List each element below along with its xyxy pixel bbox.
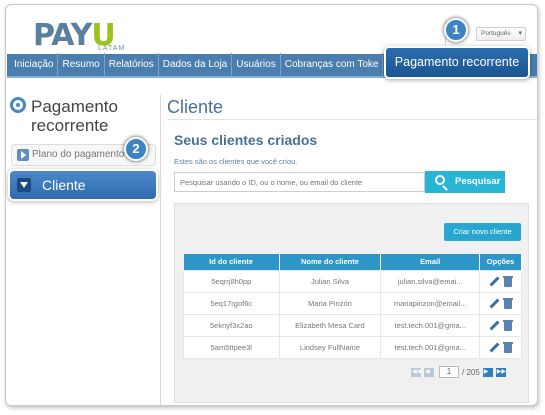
nav-item-pagamento-recorrente[interactable]: Pagamento recorrente: [386, 48, 528, 77]
column-header-options: Opções: [479, 254, 522, 270]
title-divider: [167, 119, 537, 120]
logo-subtitle: LATAM: [98, 45, 126, 52]
next-page-icon[interactable]: ▶: [482, 367, 493, 377]
step-badge-2: 2: [124, 137, 148, 161]
client-email: test.tech.001@gma...: [380, 335, 481, 359]
language-select[interactable]: Português ▾: [476, 27, 526, 41]
column-header-email: Email: [380, 254, 481, 270]
edit-icon[interactable]: [489, 320, 499, 331]
row-options: [479, 335, 522, 359]
sidebar-item-label: Cliente: [42, 177, 86, 193]
table-row: 5eknyf3x2ao Elizabeth Mesa Card test.tec…: [183, 313, 522, 337]
trash-icon[interactable]: [502, 319, 513, 331]
expand-down-icon: [17, 178, 31, 192]
row-options: [479, 291, 522, 315]
table-row: 5eq17rgof6c Maria Pinzón mariapinzon@ema…: [183, 291, 522, 315]
client-name: Maria Pinzón: [278, 291, 382, 315]
client-email: test.tech.001@gma...: [380, 313, 481, 337]
client-id: 5eknyf3x2ao: [183, 313, 280, 337]
client-email: mariapinzon@email...: [380, 291, 481, 315]
client-name: Elizabeth Mesa Card: [278, 313, 382, 337]
clients-table: Id do cliente Nome do cliente Email Opçõ…: [183, 254, 522, 359]
table-header-row: Id do cliente Nome do cliente Email Opçõ…: [183, 254, 522, 270]
last-page-icon[interactable]: ▶▶: [495, 367, 506, 377]
search-button[interactable]: Pesquisar: [425, 171, 505, 193]
trash-icon[interactable]: [502, 341, 513, 353]
prev-page-icon[interactable]: ◀: [424, 367, 434, 377]
client-name: Julian Silva: [278, 269, 382, 293]
nav-item-cobrancas[interactable]: Cobranças com Toke: [281, 53, 384, 77]
nav-item-relatorios[interactable]: Relatórios: [105, 53, 159, 77]
sidebar-title-line2: recorrente: [31, 116, 109, 135]
client-name: Lindsey FullName: [278, 335, 382, 359]
client-id: 5eqrrj8h0pp: [183, 269, 280, 293]
trash-icon[interactable]: [502, 297, 513, 309]
row-options: [479, 313, 522, 337]
sidebar-title: Pagamento recorrente: [11, 97, 118, 135]
logo-pay-text: PAY: [33, 18, 92, 53]
sidebar-title-line1: Pagamento: [31, 97, 118, 116]
row-options: [479, 269, 522, 293]
page-total: / 205: [462, 367, 480, 377]
nav-item-dados-da-loja[interactable]: Dados da Loja: [159, 53, 233, 77]
search-button-label: Pesquisar: [455, 176, 501, 187]
chevron-down-icon: ▾: [518, 30, 522, 37]
page-title: Cliente: [167, 97, 224, 117]
new-client-button[interactable]: Criar novo cliente: [444, 223, 521, 241]
table-row: 5am5ttpee3l Lindsey FullName test.tech.0…: [183, 335, 522, 359]
sidebar-item-cliente[interactable]: Cliente: [10, 171, 156, 199]
search-input[interactable]: [174, 172, 425, 192]
client-email: julian.silva@emai...: [380, 269, 481, 293]
page-number-input[interactable]: 1: [439, 366, 459, 378]
edit-icon[interactable]: [489, 342, 499, 353]
edit-icon[interactable]: [489, 298, 499, 309]
column-header-name: Nome do cliente: [279, 254, 382, 270]
search-icon: [435, 175, 445, 185]
step-badge-1: 1: [444, 18, 468, 42]
sidebar-item-label: Plano do pagamento: [32, 149, 125, 160]
edit-icon[interactable]: [489, 276, 499, 287]
client-id: 5eq17rgof6c: [183, 291, 280, 315]
trash-icon[interactable]: [502, 275, 513, 287]
first-page-icon[interactable]: ◀◀: [411, 367, 421, 377]
column-header-id: Id do cliente: [183, 254, 280, 270]
language-label: Português: [481, 30, 511, 37]
nav-item-iniciacao[interactable]: Iniciação: [7, 53, 59, 77]
table-row: 5eqrrj8h0pp Julian Silva julian.silva@em…: [183, 269, 522, 293]
play-icon: [17, 149, 29, 161]
nav-item-resumo[interactable]: Resumo: [58, 53, 105, 77]
client-id: 5am5ttpee3l: [183, 335, 280, 359]
section-title: Seus clientes criados: [174, 132, 318, 148]
nav-item-usuarios[interactable]: Usuários: [232, 53, 281, 77]
sidebar-divider: [160, 95, 161, 405]
section-subtitle: Estes são os clientes que você criou.: [174, 157, 298, 166]
pagination: ◀◀ ◀ 1 / 205 ▶ ▶▶: [411, 366, 509, 378]
